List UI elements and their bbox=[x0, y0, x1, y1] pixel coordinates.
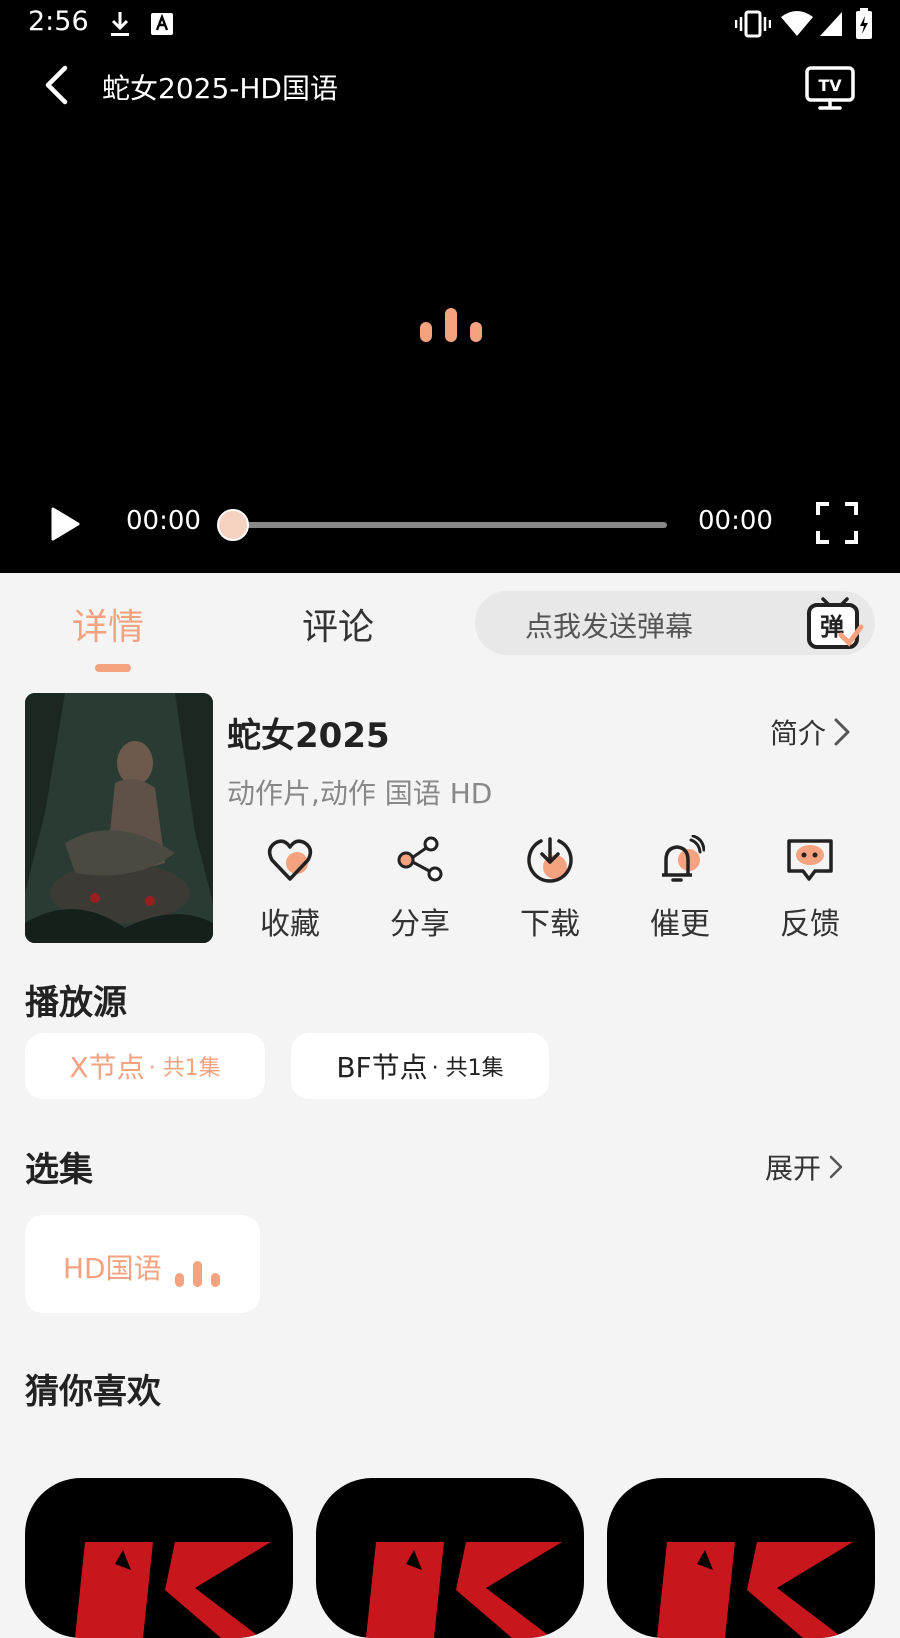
intro-link[interactable]: 简介 bbox=[770, 712, 856, 752]
episode-label: HD国语 bbox=[63, 1252, 162, 1285]
fullscreen-button[interactable] bbox=[816, 502, 858, 544]
share-button[interactable]: 分享 bbox=[370, 835, 470, 945]
video-player[interactable]: 2:56 蛇女2025-HD国语 TV 00:00 00:00 bbox=[0, 0, 900, 573]
share-label: 分享 bbox=[390, 907, 450, 942]
bell-icon bbox=[662, 835, 705, 882]
vibrate-icon bbox=[735, 10, 771, 38]
active-tab-indicator bbox=[95, 664, 131, 672]
chevron-right-icon bbox=[829, 1155, 843, 1179]
status-bar: 2:56 bbox=[0, 0, 900, 48]
app-logo-icon bbox=[75, 1542, 271, 1638]
expand-episodes-link[interactable]: 展开 bbox=[765, 1147, 851, 1187]
source-chip-x[interactable]: X节点 · 共1集 bbox=[25, 1033, 265, 1099]
download-icon bbox=[111, 12, 129, 36]
movie-poster[interactable] bbox=[25, 693, 213, 943]
share-icon bbox=[397, 836, 443, 882]
signal-icon bbox=[820, 12, 842, 36]
sources-title: 播放源 bbox=[25, 983, 127, 1023]
a-icon bbox=[151, 13, 173, 35]
current-time: 00:00 bbox=[126, 506, 201, 536]
favorite-button[interactable]: 收藏 bbox=[240, 835, 340, 945]
danmaku-input[interactable]: 点我发送弹幕 弹 bbox=[475, 591, 875, 655]
battery-icon bbox=[856, 8, 872, 39]
progress-thumb[interactable] bbox=[217, 509, 249, 541]
recommend-card[interactable] bbox=[316, 1478, 584, 1638]
playing-indicator-icon bbox=[175, 1261, 220, 1287]
player-controls: 00:00 00:00 bbox=[0, 490, 900, 558]
source-episode-count: · 共1集 bbox=[148, 1056, 221, 1081]
urge-update-label: 催更 bbox=[650, 907, 710, 942]
episode-chip[interactable]: HD国语 bbox=[25, 1215, 260, 1313]
player-topbar: 蛇女2025-HD国语 TV bbox=[0, 55, 900, 115]
download-button[interactable]: 下载 bbox=[500, 835, 600, 945]
app-logo-icon bbox=[657, 1542, 853, 1638]
poster-image bbox=[25, 693, 213, 943]
source-name: X节点 bbox=[69, 1051, 145, 1084]
loading-indicator-icon bbox=[420, 308, 482, 342]
progress-bar[interactable] bbox=[220, 522, 667, 528]
recommend-card[interactable] bbox=[607, 1478, 875, 1638]
play-button[interactable] bbox=[48, 506, 82, 542]
svg-text:TV: TV bbox=[818, 76, 842, 95]
back-arrow-icon bbox=[45, 65, 68, 105]
expand-label: 展开 bbox=[765, 1152, 822, 1185]
download-icon bbox=[527, 837, 573, 883]
feedback-button[interactable]: 反馈 bbox=[760, 835, 860, 945]
tab-details[interactable]: 详情 bbox=[72, 598, 144, 650]
download-label: 下载 bbox=[520, 907, 580, 942]
danmaku-placeholder: 点我发送弹幕 bbox=[525, 610, 694, 643]
video-title: 蛇女2025-HD国语 bbox=[102, 72, 338, 105]
heart-icon bbox=[267, 839, 313, 881]
tv-icon: TV bbox=[805, 66, 855, 110]
status-time: 2:56 bbox=[28, 6, 89, 37]
favorite-label: 收藏 bbox=[260, 907, 320, 942]
back-button[interactable] bbox=[36, 65, 76, 105]
movie-title: 蛇女2025 bbox=[227, 716, 390, 756]
recommend-card[interactable] bbox=[25, 1478, 293, 1638]
intro-label: 简介 bbox=[770, 717, 827, 750]
source-episode-count: · 共1集 bbox=[431, 1056, 504, 1081]
total-time: 00:00 bbox=[698, 506, 773, 536]
recommend-title: 猜你喜欢 bbox=[25, 1372, 161, 1412]
tab-comments[interactable]: 评论 bbox=[302, 598, 374, 650]
source-name: BF节点 bbox=[336, 1051, 428, 1084]
wifi-icon bbox=[781, 11, 813, 36]
source-chip-bf[interactable]: BF节点 · 共1集 bbox=[291, 1033, 549, 1099]
danmaku-icon[interactable]: 弹 bbox=[805, 595, 865, 651]
cast-tv-button[interactable]: TV bbox=[804, 65, 856, 111]
chevron-right-icon bbox=[834, 718, 850, 746]
episodes-title: 选集 bbox=[25, 1150, 93, 1190]
play-icon bbox=[51, 507, 80, 541]
urge-update-button[interactable]: 催更 bbox=[630, 835, 730, 945]
fullscreen-icon bbox=[816, 502, 858, 544]
feedback-icon bbox=[787, 839, 833, 881]
feedback-label: 反馈 bbox=[780, 907, 840, 942]
movie-meta: 动作片,动作 国语 HD bbox=[227, 777, 493, 810]
app-logo-icon bbox=[366, 1542, 562, 1638]
